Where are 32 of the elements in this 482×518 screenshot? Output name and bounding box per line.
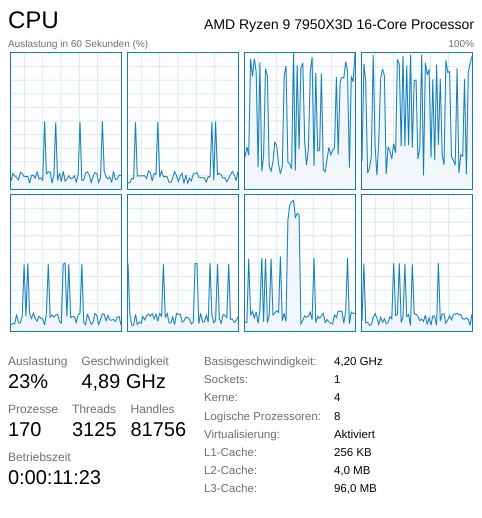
detail-value: 256 KB [334,446,373,462]
stat-value: 23% [8,370,50,395]
stat-label: Betriebszeit [8,449,72,465]
detail-label: Kerne: [204,391,239,406]
detail-value: 4,0 MB [334,464,372,480]
detail-value: 8 [334,410,342,425]
stat-label: Geschwindigkeit [81,353,169,369]
detail-label: Logische Prozessoren: [204,410,322,425]
graph-max-label: 100% [448,38,474,52]
stat-value: 170 [8,418,42,443]
stat-value: 81756 [130,418,186,443]
detail-label: L3-Cache: [204,482,258,498]
stat-label: Auslastung [8,353,68,369]
detail-value: Aktiviert [334,428,376,443]
stat-value: 0:00:11:23 [8,466,102,491]
stat-label: Threads [72,401,117,417]
detail-value: 4 [334,391,342,406]
detail-label: Virtualisierung: [204,428,281,443]
detail-value: 1 [334,373,342,388]
stat-value: 4,89 GHz [81,370,167,395]
processor-name: AMD Ryzen 9 7950X3D 16-Core Processor [204,16,474,34]
detail-label: Sockets: [204,373,250,388]
detail-label: L1-Cache: [204,446,258,462]
detail-value: 96,0 MB [334,482,378,498]
stat-value: 3125 [72,418,117,443]
stat-label: Handles [130,401,176,417]
stat-label: Prozesse [8,401,58,417]
page-title: CPU [8,6,59,36]
detail-value: 4,20 GHz [334,355,383,370]
graph-caption: Auslastung in 60 Sekunden (%) [8,38,148,52]
detail-label: Basisgeschwindigkeit: [204,355,318,370]
detail-label: L2-Cache: [204,464,258,480]
